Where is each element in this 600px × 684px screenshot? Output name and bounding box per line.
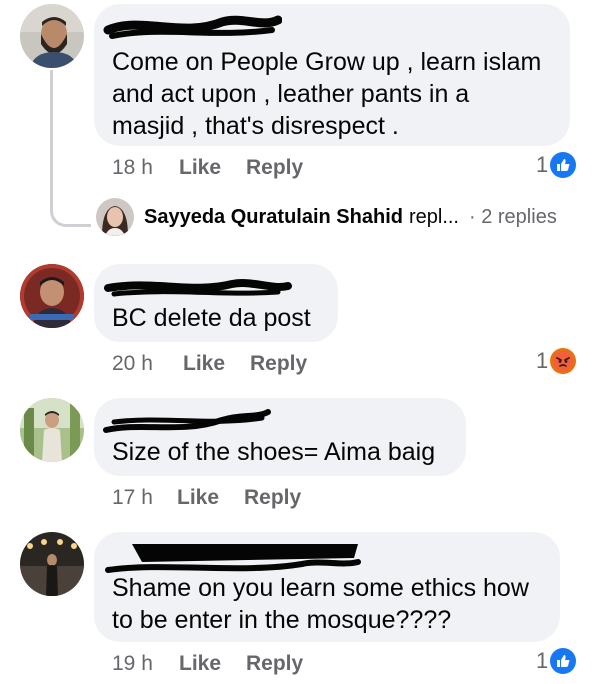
comment-text: Size of the shoes= Aima baig — [112, 438, 436, 466]
reply-button[interactable]: Reply — [250, 352, 307, 376]
like-icon — [550, 648, 577, 674]
reaction-count: 1 — [536, 348, 549, 373]
view-replies-link[interactable]: Sayyeda Quratulain Shahid repl... · 2 rep… — [96, 198, 557, 236]
avatar[interactable] — [20, 532, 84, 596]
angry-icon — [550, 348, 577, 374]
comment-text: Come on People Grow up , learn islam and… — [112, 48, 542, 140]
avatar[interactable] — [20, 264, 84, 328]
reply-preview: repl... — [408, 205, 459, 228]
reaction-count: 1 — [536, 152, 549, 177]
avatar[interactable] — [20, 4, 84, 68]
reply-count[interactable]: · 2 replies — [469, 206, 557, 229]
avatar[interactable] — [20, 398, 84, 462]
comment-bubble: Shame on you learn some ethics how to be… — [94, 532, 560, 642]
like-button[interactable]: Like — [179, 652, 221, 676]
reply-button[interactable]: Reply — [246, 156, 303, 180]
comment-bubble: BC delete da post — [94, 264, 338, 342]
reply-author-name[interactable]: Sayyeda Quratulain Shahid — [144, 206, 403, 229]
reaction-summary[interactable]: 1 — [536, 648, 577, 674]
comment-text: Shame on you learn some ethics how to be… — [112, 574, 529, 634]
like-button[interactable]: Like — [183, 352, 225, 376]
comment-bubble: Size of the shoes= Aima baig — [94, 398, 466, 476]
comment-time[interactable]: 17 h — [112, 486, 153, 510]
like-button[interactable]: Like — [177, 486, 219, 510]
reply-button[interactable]: Reply — [246, 652, 303, 676]
reaction-count: 1 — [536, 648, 549, 673]
comment-time[interactable]: 20 h — [112, 352, 153, 376]
avatar — [96, 198, 134, 236]
redaction-scribble — [103, 15, 282, 39]
reaction-summary[interactable]: 1 — [536, 152, 577, 178]
comment-bubble: Come on People Grow up , learn islam and… — [94, 4, 570, 146]
like-icon — [550, 152, 577, 178]
reply-thread-line — [50, 70, 91, 227]
reaction-summary[interactable]: 1 — [536, 348, 577, 374]
redaction-scribble — [104, 279, 292, 297]
comment-time[interactable]: 18 h — [112, 156, 153, 180]
comment-text: BC delete da post — [112, 304, 311, 332]
comment-time[interactable]: 19 h — [112, 652, 153, 676]
redaction-scribble — [103, 409, 271, 433]
reply-button[interactable]: Reply — [244, 486, 301, 510]
like-button[interactable]: Like — [179, 156, 221, 180]
